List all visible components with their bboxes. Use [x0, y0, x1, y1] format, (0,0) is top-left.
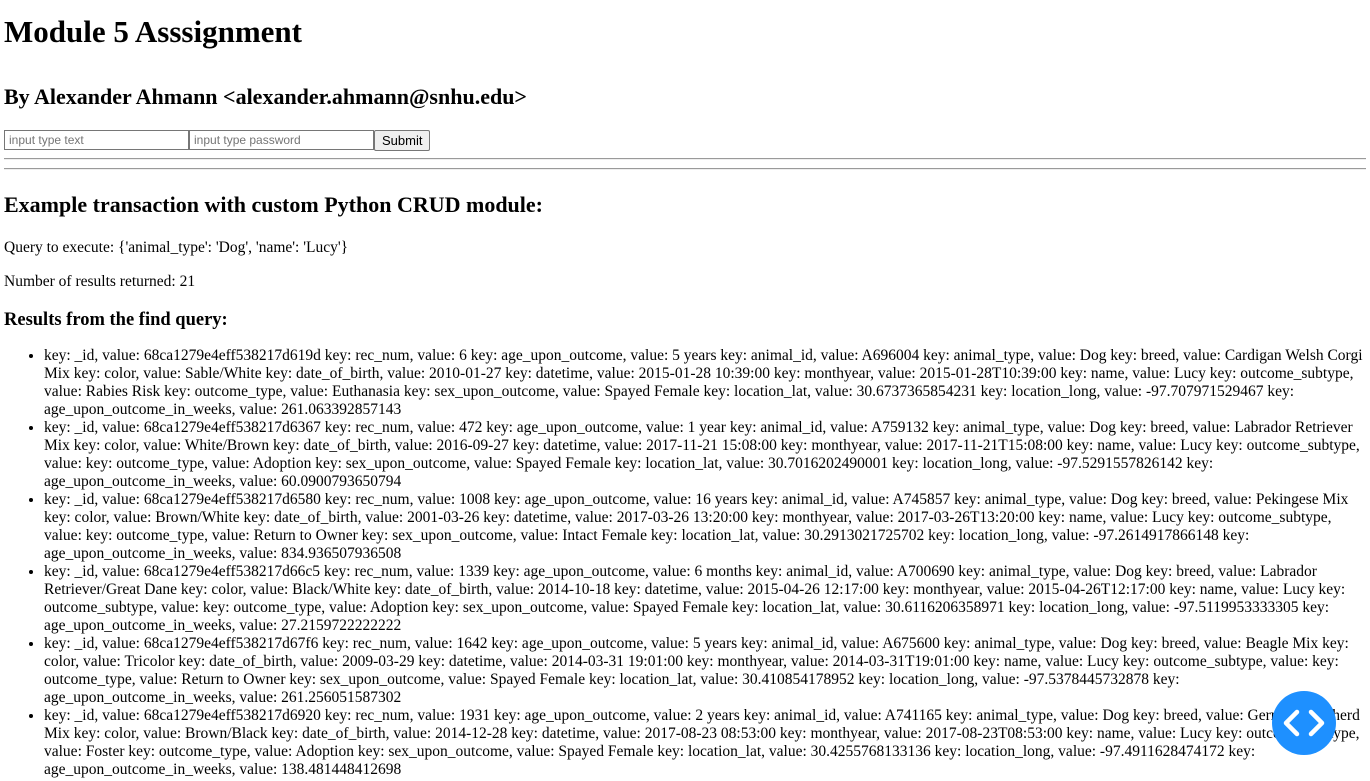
username-input[interactable]	[4, 130, 189, 150]
submit-button[interactable]: Submit	[374, 129, 431, 151]
password-input[interactable]	[189, 130, 374, 150]
list-item: key: _id, value: 68ca1279e4eff538217d658…	[44, 491, 1366, 563]
list-item: key: _id, value: 68ca1279e4eff538217d619…	[44, 347, 1366, 419]
author-heading: By Alexander Ahmann <alexander.ahmann@sn…	[4, 84, 527, 109]
login-form: Submit	[4, 129, 1366, 151]
list-item: key: _id, value: 68ca1279e4eff538217d636…	[44, 419, 1366, 491]
code-toggle-button[interactable]	[1272, 691, 1336, 755]
results-heading: Results from the find query:	[4, 310, 228, 330]
divider	[4, 158, 1366, 160]
divider	[4, 168, 1366, 170]
list-item: key: _id, value: 68ca1279e4eff538217d67f…	[44, 635, 1366, 707]
list-item: key: _id, value: 68ca1279e4eff538217d692…	[44, 707, 1366, 779]
query-text: Query to execute: {'animal_type': 'Dog',…	[4, 239, 349, 256]
result-count: Number of results returned: 21	[4, 273, 196, 290]
page-content: Module 5 Asssignment By Alexander Ahmann…	[0, 14, 1370, 779]
page-title: Module 5 Asssignment	[4, 14, 302, 49]
list-item: key: _id, value: 68ca1279e4eff538217d66c…	[44, 563, 1366, 635]
section-heading: Example transaction with custom Python C…	[4, 192, 543, 217]
code-icon	[1283, 709, 1325, 737]
results-list: key: _id, value: 68ca1279e4eff538217d619…	[4, 347, 1366, 779]
